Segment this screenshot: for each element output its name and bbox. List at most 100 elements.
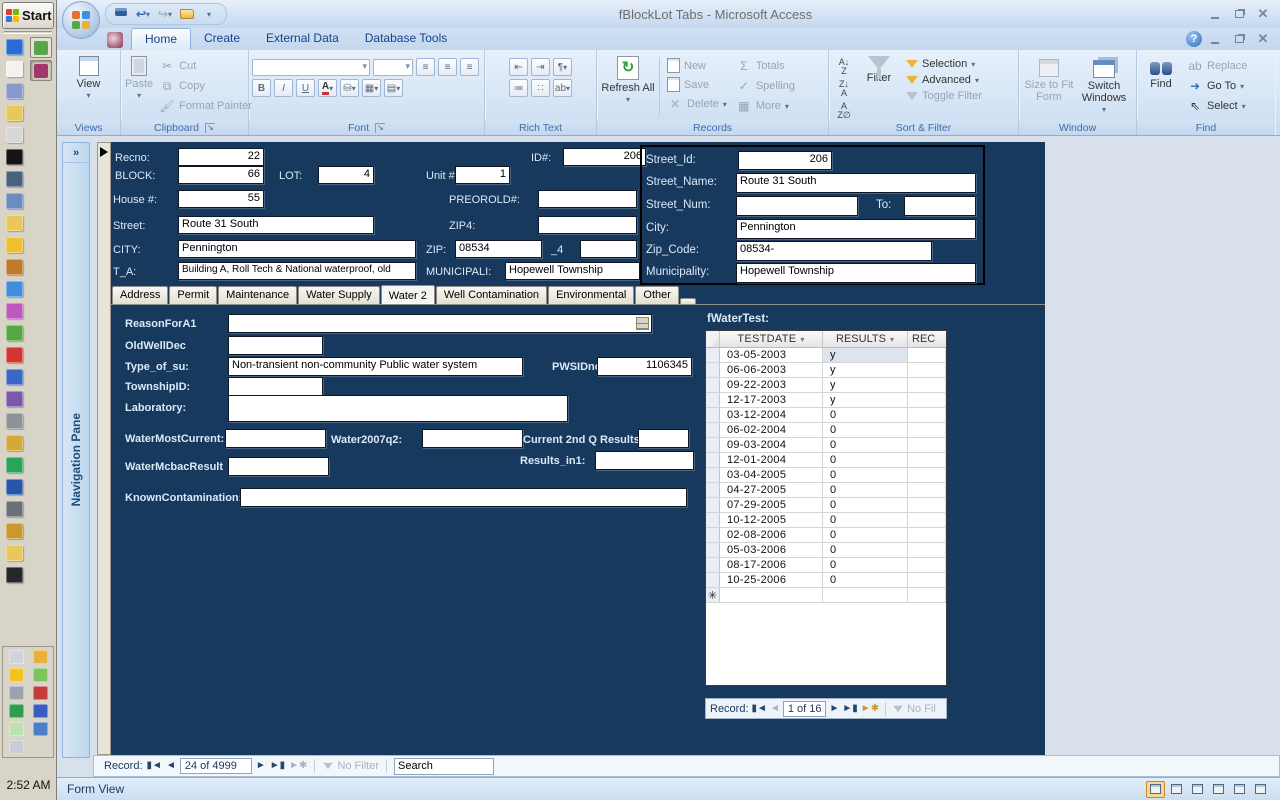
start-button[interactable]: Start: [2, 2, 54, 29]
rec-cell[interactable]: [908, 378, 946, 392]
results-cell[interactable]: 0: [823, 438, 908, 452]
tab-address[interactable]: Address: [112, 286, 168, 304]
design-view-button[interactable]: [1251, 781, 1270, 798]
notepad-icon[interactable]: [6, 61, 23, 77]
spelling-button[interactable]: ✓Spelling: [732, 77, 799, 95]
align-left-button[interactable]: ≡: [416, 58, 435, 76]
results-cell[interactable]: 0: [823, 453, 908, 467]
results-cell[interactable]: 0: [823, 498, 908, 512]
rec-cell[interactable]: [908, 588, 946, 602]
cut-button[interactable]: ✂Cut: [155, 57, 256, 75]
text-direction-button[interactable]: ¶▾: [553, 58, 572, 76]
font-size-combobox[interactable]: [373, 59, 413, 76]
testdate-cell[interactable]: 03-04-2005: [720, 468, 823, 482]
recno-field[interactable]: 22: [178, 148, 264, 166]
current2ndq-field[interactable]: [638, 429, 689, 448]
minimize-button[interactable]: [1204, 5, 1226, 23]
power-plug-tray-icon[interactable]: [9, 722, 24, 736]
row-selector[interactable]: [706, 363, 720, 377]
movie-maker-icon[interactable]: [6, 259, 23, 275]
decrease-indent-button[interactable]: ⇤: [509, 58, 528, 76]
record-position[interactable]: 24 of 4999: [180, 758, 252, 774]
testdate-cell[interactable]: 03-05-2003: [720, 348, 823, 362]
row-selector[interactable]: [706, 393, 720, 407]
volume-tray-icon[interactable]: [9, 740, 24, 754]
tab-permit[interactable]: Permit: [169, 286, 217, 304]
paint-app-task[interactable]: [30, 37, 52, 58]
netmeeting-icon[interactable]: [6, 479, 23, 495]
row-selector[interactable]: [706, 558, 720, 572]
bold-button[interactable]: B: [252, 79, 271, 97]
testdate-cell[interactable]: 06-02-2004: [720, 423, 823, 437]
column-header-rec[interactable]: REC: [908, 331, 946, 347]
paste-button[interactable]: Paste ▾: [124, 53, 154, 120]
oldwelldec-field[interactable]: [228, 336, 323, 355]
column-header-results[interactable]: RESULTS▾: [823, 331, 908, 347]
calculator-2-icon[interactable]: [6, 567, 23, 583]
results-cell[interactable]: y: [823, 378, 908, 392]
sort-dropdown-icon[interactable]: ▾: [800, 335, 804, 344]
tab-well-contamination[interactable]: Well Contamination: [436, 286, 547, 304]
subform-no-filter-button[interactable]: No Fil: [892, 703, 936, 715]
size-to-fit-form-button[interactable]: Size to Fit Form: [1023, 53, 1075, 120]
underline-button[interactable]: U: [296, 79, 315, 97]
selection-tool-tray-icon[interactable]: [9, 650, 24, 664]
testdate-cell[interactable]: 07-29-2005: [720, 498, 823, 512]
testdate-cell[interactable]: 12-01-2004: [720, 453, 823, 467]
street-name-field[interactable]: Route 31 South: [736, 173, 976, 193]
font-color-button[interactable]: A▾: [318, 79, 337, 97]
sort-ascending-button[interactable]: A↓Z: [832, 57, 856, 77]
results-cell[interactable]: 0: [823, 513, 908, 527]
gridlines-button[interactable]: ▦▾: [362, 79, 381, 97]
street-id-field[interactable]: 206: [738, 151, 832, 170]
house-field[interactable]: 55: [178, 190, 264, 208]
font-dialog-launcher[interactable]: [375, 123, 385, 133]
row-selector[interactable]: [706, 528, 720, 542]
new-row-asterisk-icon[interactable]: ✳: [706, 588, 720, 602]
customize-qat-button[interactable]: ▾: [200, 5, 218, 23]
record-selector-bar[interactable]: [97, 142, 111, 755]
municipali-field[interactable]: Hopewell Township: [505, 262, 640, 280]
results-cell[interactable]: 0: [823, 408, 908, 422]
replace-button[interactable]: abReplace: [1183, 57, 1251, 75]
fill-color-button[interactable]: ⛁▾: [340, 79, 359, 97]
testdate-cell[interactable]: 10-25-2006: [720, 573, 823, 587]
row-selector[interactable]: [706, 573, 720, 587]
tab-environmental[interactable]: Environmental: [548, 286, 634, 304]
block-field[interactable]: 66: [178, 166, 264, 184]
buddy-online-tray-icon[interactable]: [33, 668, 48, 682]
help-button[interactable]: ?: [1186, 31, 1202, 47]
testdate-cell[interactable]: [720, 588, 823, 602]
show-desktop-icon[interactable]: [6, 39, 23, 55]
subform-next-record-button[interactable]: ►: [829, 704, 839, 714]
rec-cell[interactable]: [908, 498, 946, 512]
my-documents-icon[interactable]: [6, 105, 23, 121]
new-record-button[interactable]: New: [663, 57, 731, 74]
rec-cell[interactable]: [908, 453, 946, 467]
row-selector[interactable]: [706, 378, 720, 392]
datasheet-view-button[interactable]: [1167, 781, 1186, 798]
zip-field[interactable]: 08534: [455, 240, 542, 258]
media-player-icon[interactable]: [6, 369, 23, 385]
italic-button[interactable]: I: [274, 79, 293, 97]
zip4-field[interactable]: [538, 216, 637, 234]
windows-setup-icon[interactable]: [6, 83, 23, 99]
no-filter-button[interactable]: No Filter: [322, 760, 379, 772]
font-name-combobox[interactable]: [252, 59, 370, 76]
id-field[interactable]: 206: [563, 148, 646, 166]
preorold-field[interactable]: [538, 190, 637, 208]
clipboard-dialog-launcher[interactable]: [205, 123, 215, 133]
access-key-icon[interactable]: [107, 32, 123, 48]
rec-cell[interactable]: [908, 513, 946, 527]
testdate-cell[interactable]: 12-17-2003: [720, 393, 823, 407]
results-cell[interactable]: 0: [823, 558, 908, 572]
street-field[interactable]: Route 31 South: [178, 216, 374, 234]
sort-dropdown-icon[interactable]: ▾: [890, 335, 894, 344]
column-header-testdate[interactable]: TESTDATE▾: [720, 331, 823, 347]
ta-field[interactable]: Building A, Roll Tech & National waterpr…: [178, 262, 416, 280]
totals-button[interactable]: ΣTotals: [732, 57, 799, 75]
subform-previous-record-button[interactable]: ◄: [770, 704, 780, 714]
ribbon-tab-home[interactable]: Home: [131, 28, 191, 50]
rec-cell[interactable]: [908, 558, 946, 572]
street-num-field[interactable]: [736, 196, 858, 216]
